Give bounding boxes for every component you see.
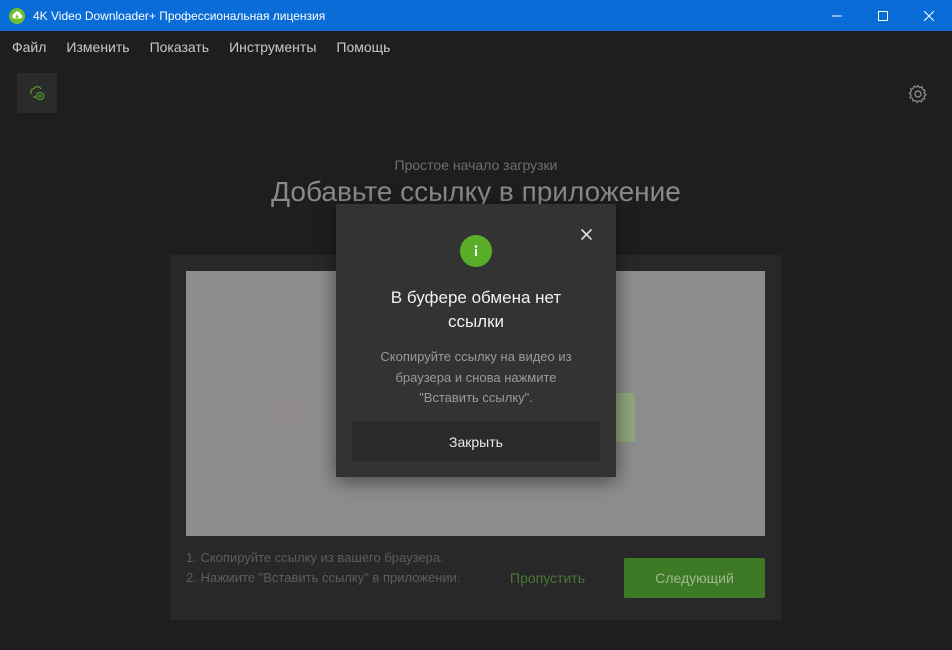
menu-bar: Файл Изменить Показать Инструменты Помощ… [0,31,952,63]
gear-icon [908,84,927,104]
onboarding-subtitle: Простое начало загрузки [394,157,558,173]
dialog-message: Скопируйте ссылку на видео из браузера и… [380,349,572,405]
no-link-dialog: В буфере обмена нет ссылки Скопируйте сс… [336,204,616,477]
minimize-icon [832,15,842,16]
onboarding-steps: 1. Скопируйте ссылку из вашего браузера.… [186,548,476,588]
dialog-close-x-button[interactable] [577,225,595,243]
menu-file[interactable]: Файл [2,31,56,63]
step-1: 1. Скопируйте ссылку из вашего браузера. [186,550,444,565]
settings-button[interactable] [906,82,930,106]
skip-button[interactable]: Пропустить [490,558,605,598]
minimize-button[interactable] [814,0,860,31]
dialog-close-button[interactable]: Закрыть [352,422,600,461]
maximize-button[interactable] [860,0,906,31]
close-icon [580,228,592,240]
title-bar: 4K Video Downloader+ Профессиональная ли… [0,0,952,31]
window-title: 4K Video Downloader+ Профессиональная ли… [33,8,326,23]
close-icon [924,10,934,21]
menu-view[interactable]: Показать [140,31,220,63]
menu-edit[interactable]: Изменить [56,31,139,63]
close-window-button[interactable] [906,0,952,31]
link-plus-icon [30,85,45,101]
info-icon [460,235,492,267]
paste-link-button[interactable] [17,73,57,113]
preview-browser-shape [272,399,302,429]
app-logo-icon [9,7,25,24]
maximize-icon [878,10,888,21]
menu-help[interactable]: Помощь [326,31,400,63]
step-2: 2. Нажмите "Вставить ссылку" в приложени… [186,570,461,585]
menu-tools[interactable]: Инструменты [219,31,326,63]
next-button[interactable]: Следующий [624,558,765,598]
dialog-title: В буфере обмена нет ссылки [390,288,562,331]
